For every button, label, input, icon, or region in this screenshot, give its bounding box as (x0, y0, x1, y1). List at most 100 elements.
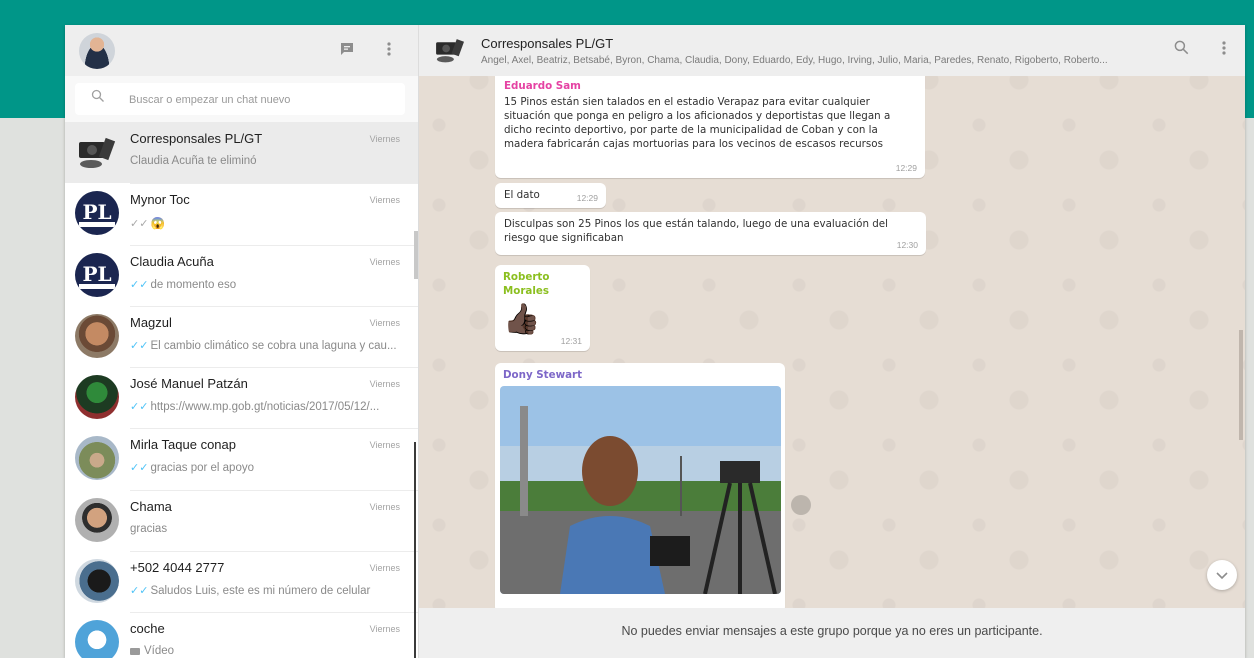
chat-name: +502 4044 2777 (130, 560, 225, 576)
chat-item-claudia-acuna[interactable]: PL Claudia Acuña Viernes ✓✓ de momento es… (65, 245, 418, 307)
chat-name: Mynor Toc (130, 192, 190, 208)
chat-time: Viernes (369, 624, 400, 635)
message-time: 12:31 (560, 336, 582, 346)
message-bubble[interactable]: Eduardo Sam 15 Pinos están sien talados … (495, 76, 925, 178)
group-avatar[interactable] (433, 33, 467, 67)
double-check-icon: ✓✓ (130, 278, 149, 291)
message-photo[interactable] (500, 386, 781, 594)
chat-last-text: Claudia Acuña te eliminó (130, 155, 257, 167)
chat-body: Mirla Taque conap Viernes ✓✓ gracias por … (130, 428, 418, 491)
avatar (75, 620, 119, 658)
chat-item-phone-number[interactable]: +502 4044 2777 Viernes ✓✓ Saludos Luis, e… (65, 551, 418, 614)
message-time: 12:29 (895, 163, 917, 173)
avatar: PL (75, 252, 119, 297)
chat-list: Corresponsales PL/GT Viernes Claudia Acu… (65, 122, 418, 658)
chat-item-coche[interactable]: coche Viernes Vídeo (65, 612, 418, 658)
chat-last-text: https://www.mp.gob.gt/noticias/2017/05/1… (150, 401, 380, 414)
chat-time: Viernes (369, 317, 400, 328)
menu-icon[interactable] (379, 41, 399, 61)
chat-body: Chama Viernes gracias (130, 490, 418, 553)
group-members: Ángel, Axel, Beatriz, Betsabé, Byron, Ch… (481, 55, 1108, 66)
chat-name: Corresponsales PL/GT (130, 131, 263, 146)
chat-item-magzul[interactable]: Magzul Viernes ✓✓ El cambio climático se … (65, 306, 418, 369)
chat-last-text: 😱 (150, 218, 165, 231)
chat-body: Corresponsales PL/GT Viernes Claudia Acu… (130, 122, 418, 185)
chat-item-jose-manuel-patzan[interactable]: José Manuel Patzán Viernes ✓✓ https://www… (65, 367, 418, 430)
search-icon (91, 89, 111, 109)
message-text: 15 Pinos están sien talados en el estadi… (504, 96, 891, 150)
search-bar (65, 76, 418, 122)
chat-time: Viernes (369, 195, 400, 206)
chat-item-corresponsales[interactable]: Corresponsales PL/GT Viernes Claudia Acu… (65, 122, 418, 185)
scroll-down-button[interactable] (1207, 560, 1237, 590)
new-chat-icon[interactable] (337, 41, 357, 61)
avatar (75, 497, 119, 542)
double-check-icon: ✓✓ (130, 585, 149, 598)
chat-time: Viernes (369, 379, 400, 390)
chat-body: +502 4044 2777 Viernes ✓✓ Saludos Luis, e… (130, 551, 418, 614)
chat-last-message: ✓✓ El cambio climático se cobra una lagun… (130, 339, 410, 352)
search-box (75, 83, 405, 115)
chat-item-mirla-taque[interactable]: Mirla Taque conap Viernes ✓✓ gracias por … (65, 428, 418, 491)
chat-last-message: ✓✓ 😱 (130, 216, 410, 230)
chat-name: Claudia Acuña (130, 253, 214, 269)
avatar (75, 313, 119, 358)
profile-avatar[interactable] (79, 33, 115, 69)
message-sender: Dony Stewart (503, 369, 583, 381)
image-message-bubble[interactable]: Dony Stewart (495, 363, 785, 613)
double-check-icon: ✓✓ (130, 218, 149, 231)
scrollbar[interactable] (1239, 330, 1243, 440)
chat-time: Viernes (369, 501, 400, 512)
menu-icon[interactable] (1214, 40, 1234, 60)
forward-icon[interactable] (791, 495, 811, 515)
conversation-title: Corresponsales PL/GT (481, 36, 614, 51)
double-check-icon: ✓✓ (130, 462, 149, 475)
message-text: Disculpas son 25 Pinos los que están tal… (504, 218, 888, 244)
pane-divider (414, 442, 416, 658)
not-participant-notice: No puedes enviar mensajes a este grupo p… (621, 624, 1043, 638)
chat-last-message: ✓✓ Saludos Luis, este es mi número de cel… (130, 584, 410, 597)
message-bubble[interactable]: Roberto Morales 👍🏿 12:31 (495, 265, 590, 351)
message-time: 12:30 (896, 240, 918, 250)
chat-time: Viernes (369, 440, 400, 451)
message-sender: Roberto Morales (503, 271, 550, 297)
chat-last-message: ✓✓ https://www.mp.gob.gt/noticias/2017/05… (130, 400, 410, 413)
double-check-icon: ✓✓ (130, 401, 149, 414)
chat-last-text: gracias (130, 522, 168, 535)
chat-item-chama[interactable]: Chama Viernes gracias (65, 490, 418, 553)
svg-text:PL: PL (82, 262, 111, 286)
chat-last-message: Vídeo (130, 645, 410, 657)
chat-time: Viernes (369, 563, 400, 574)
chat-last-text: Saludos Luis, este es mi número de celul… (150, 585, 371, 598)
chat-time: Viernes (369, 256, 400, 267)
avatar (75, 375, 119, 420)
scrollbar[interactable] (414, 231, 418, 279)
search-input[interactable] (127, 89, 401, 111)
chat-body: José Manuel Patzán Viernes ✓✓ https://www… (130, 367, 418, 430)
chat-last-text: gracias por el apoyo (150, 462, 254, 475)
conversation-footer: No puedes enviar mensajes a este grupo p… (419, 608, 1245, 658)
avatar (75, 436, 119, 481)
message-bubble[interactable]: El dato 12:29 (495, 183, 606, 208)
avatar: PL (75, 191, 119, 236)
chat-name: coche (130, 621, 165, 637)
whatsapp-app: Corresponsales PL/GT Viernes Claudia Acu… (65, 25, 1245, 658)
avatar (75, 130, 119, 174)
search-icon[interactable] (1171, 40, 1191, 60)
chat-last-text: Vídeo (144, 645, 175, 658)
chat-item-mynor-toc[interactable]: PL Mynor Toc Viernes ✓✓ 😱 (65, 183, 418, 246)
conversation-header[interactable]: Corresponsales PL/GT Ángel, Axel, Beatri… (419, 25, 1245, 76)
conversation-pane: Corresponsales PL/GT Ángel, Axel, Beatri… (419, 25, 1245, 658)
chat-last-message: ✓✓ gracias por el apoyo (130, 461, 410, 474)
chat-last-message: gracias (130, 523, 410, 535)
chat-body: Mynor Toc Viernes ✓✓ 😱 (130, 183, 418, 246)
left-header (65, 25, 418, 76)
chat-last-message: Claudia Acuña te eliminó (130, 155, 410, 167)
chat-last-text: de momento eso (150, 278, 237, 291)
chat-name: José Manuel Patzán (130, 376, 248, 392)
message-sender: Eduardo Sam (504, 80, 581, 92)
chat-list-pane: Corresponsales PL/GT Viernes Claudia Acu… (65, 25, 419, 658)
message-bubble[interactable]: Disculpas son 25 Pinos los que están tal… (495, 212, 926, 255)
video-icon (130, 647, 140, 655)
chat-last-text: El cambio climático se cobra una laguna … (150, 339, 397, 352)
